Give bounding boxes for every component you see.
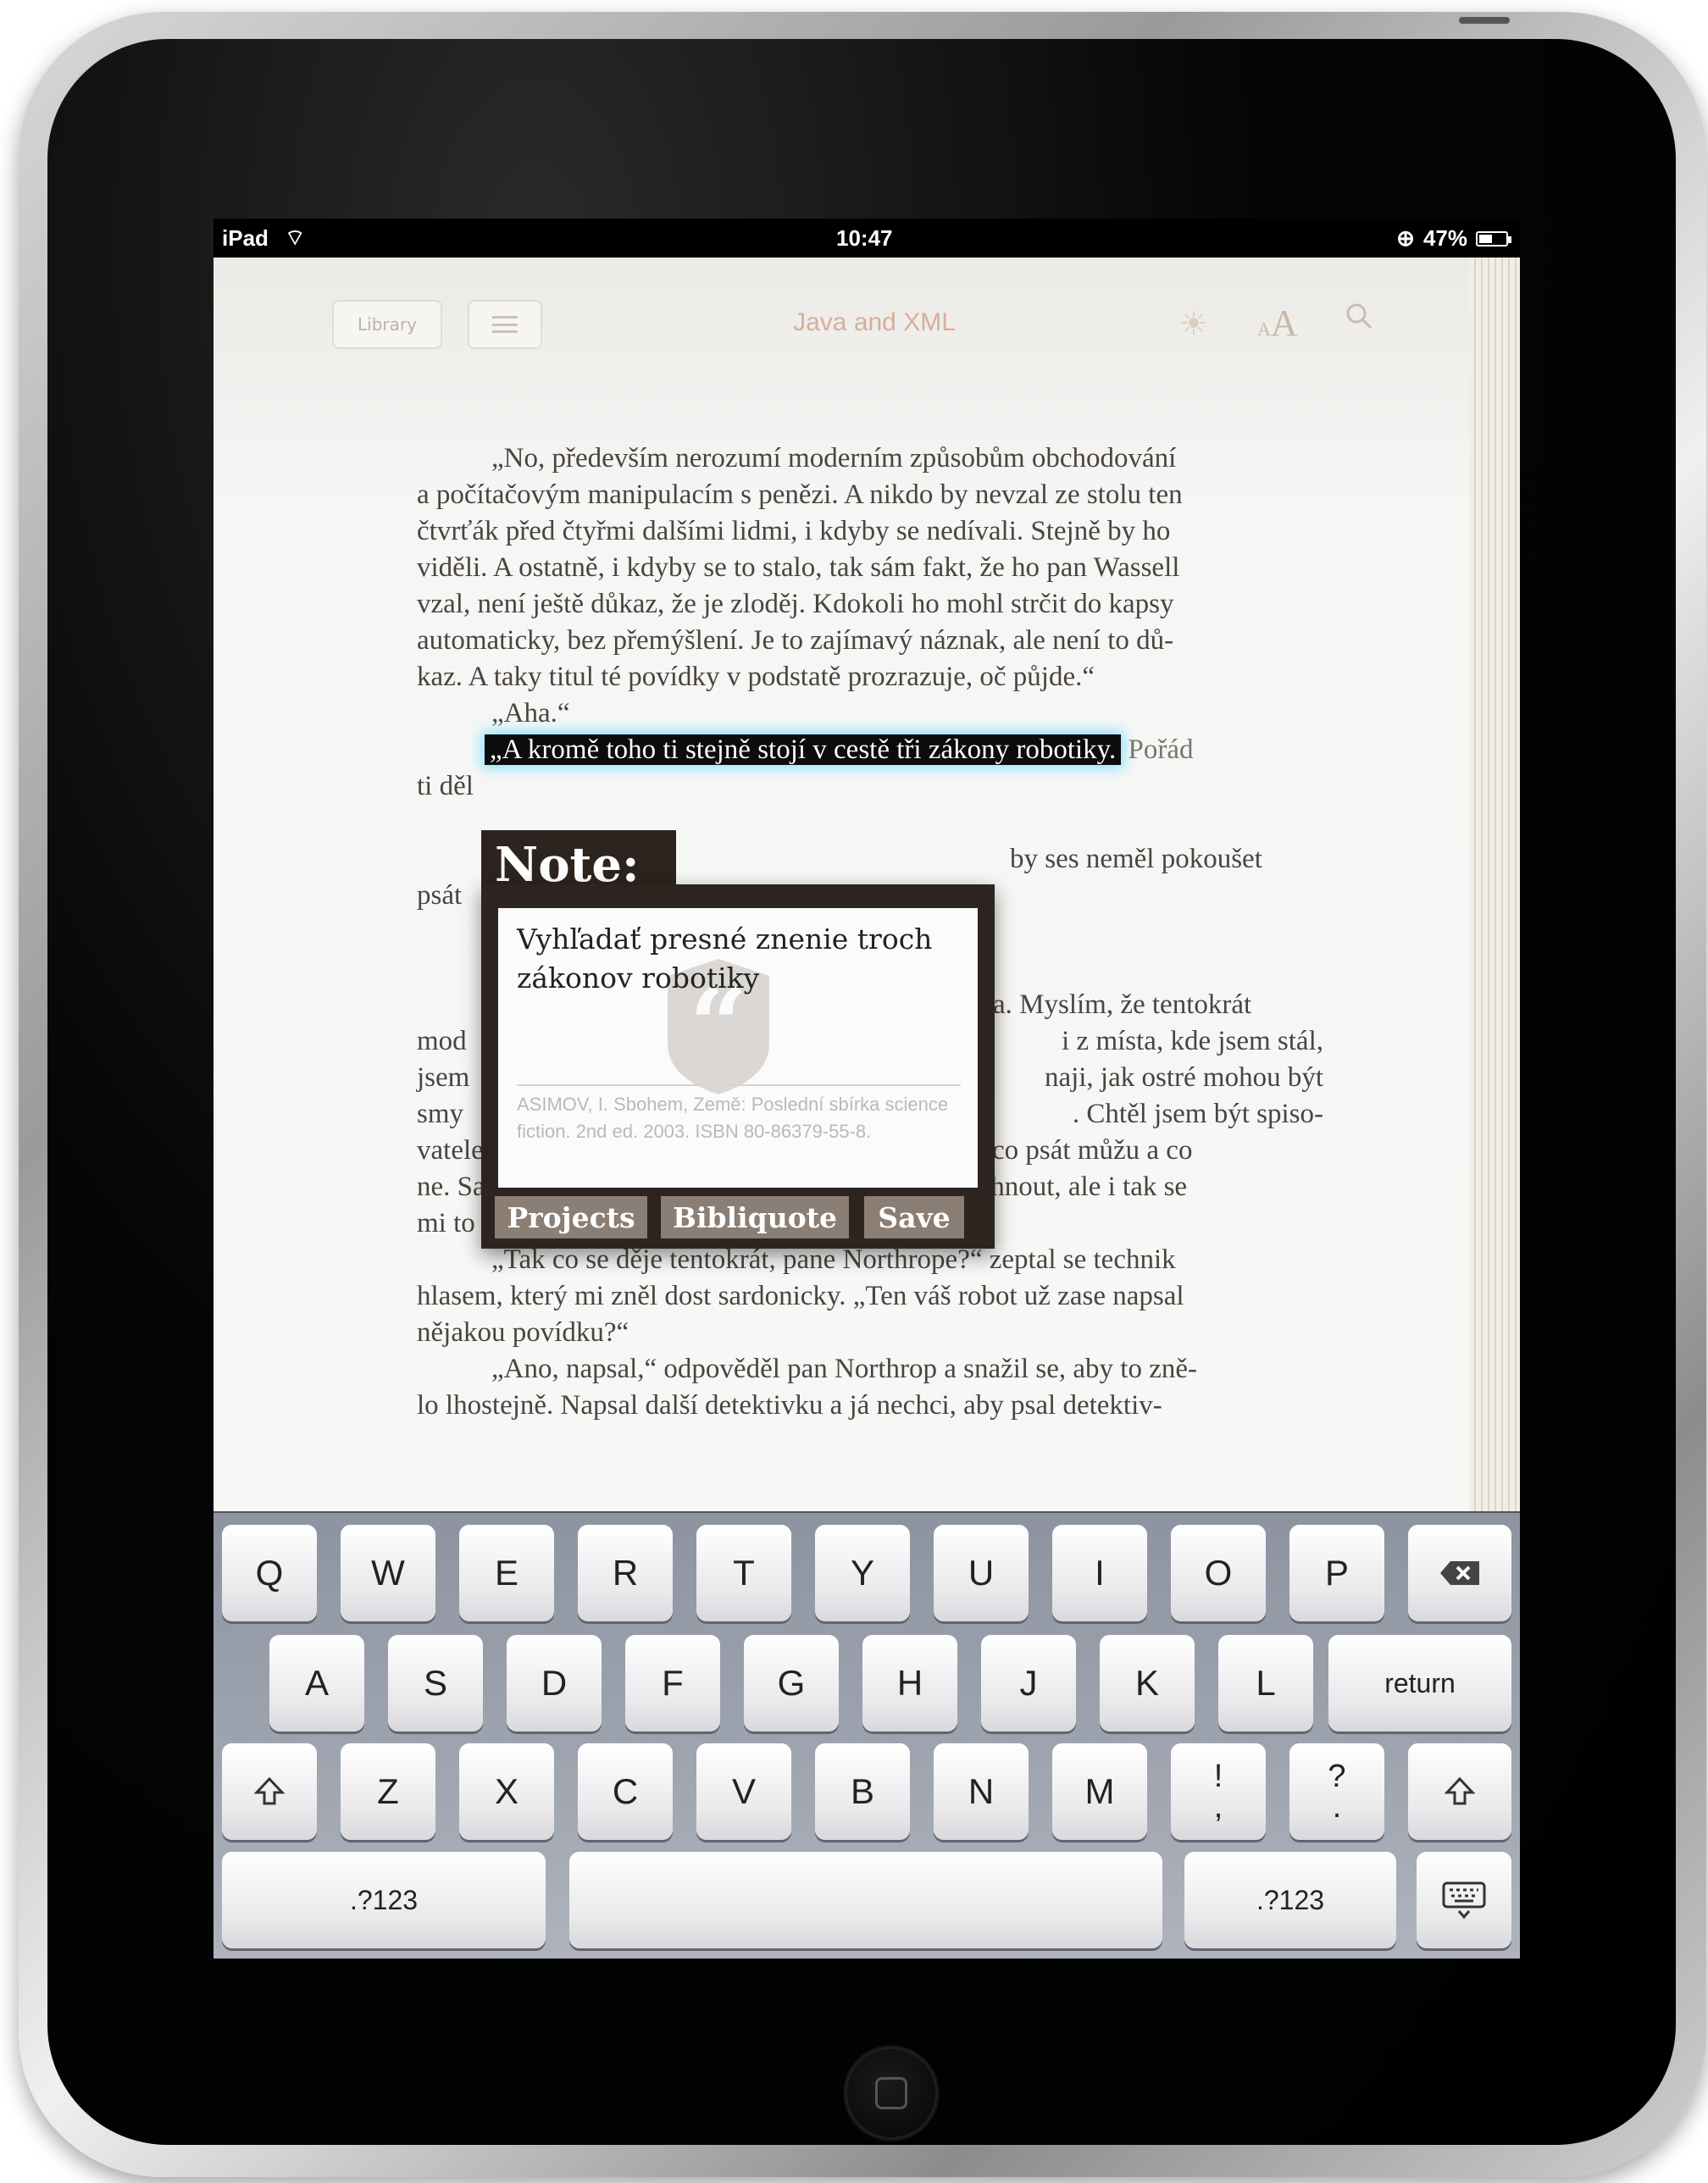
key-bottom-glyph: , [1213, 1789, 1223, 1825]
key-l[interactable]: L [1218, 1635, 1313, 1731]
hide-keyboard-key[interactable] [1417, 1852, 1511, 1948]
book-title: Java and XML [793, 308, 956, 336]
library-button[interactable]: Library [332, 300, 442, 349]
status-right: ⊕ 47% [1396, 225, 1511, 252]
note-divider [517, 1084, 961, 1086]
note-text[interactable]: Vyhľadať presné znenie troch zákonov rob… [517, 920, 966, 998]
screen: iPad ⌔ 10:47 ⊕ 47% Library Java and XML … [214, 219, 1520, 1959]
key-q[interactable]: Q [222, 1525, 317, 1621]
key-exclamation-comma[interactable]: ! , [1171, 1743, 1266, 1840]
text-line: „Ano, napsal,“ odpověděl pan Northrop a … [491, 1354, 1197, 1384]
text-line: „Aha.“ [491, 698, 570, 729]
key-t[interactable]: T [696, 1525, 791, 1621]
text-line: viděli. A ostatně, i kdyby se to stalo, … [417, 552, 1180, 583]
note-popup: “ Vyhľadať presné znenie troch zákonov r… [481, 884, 995, 1249]
shift-key-left[interactable] [222, 1743, 317, 1840]
text-line: nějakou povídku?“ [417, 1317, 629, 1348]
text-fragment: Pořád [1128, 734, 1194, 765]
save-button[interactable]: Save [864, 1196, 964, 1238]
text-line: kaz. A taky titul té povídky v podstatě … [417, 662, 1095, 692]
key-u[interactable]: U [934, 1525, 1029, 1621]
text-line: automaticky, bez přemýšlení. Je to zajím… [417, 625, 1174, 656]
text-fragment: ti děl [417, 771, 474, 801]
book-page: Library Java and XML ☀ AA „No, především… [214, 258, 1520, 1511]
home-button[interactable] [845, 2047, 938, 2140]
orientation-lock-icon: ⊕ [1396, 225, 1415, 251]
key-v[interactable]: V [696, 1743, 791, 1840]
key-z[interactable]: Z [341, 1743, 435, 1840]
bibliquote-button[interactable]: Bibliquote [661, 1196, 849, 1238]
text-fragment: . Chtěl jsem být spiso- [1072, 1099, 1323, 1129]
text-fragment: naji, jak ostré mohou být [1044, 1062, 1323, 1093]
text-line: „No, především nerozumí moderním způsobů… [491, 443, 1177, 474]
key-j[interactable]: J [981, 1635, 1076, 1731]
key-w[interactable]: W [341, 1525, 435, 1621]
wifi-icon: ⌔ [285, 224, 306, 250]
key-e[interactable]: E [459, 1525, 554, 1621]
text-fragment: jsem [417, 1062, 470, 1093]
key-m[interactable]: M [1052, 1743, 1147, 1840]
on-screen-keyboard: Q W E R T Y U I O P A S D F G H J K L re… [214, 1511, 1520, 1959]
sleep-button [1459, 17, 1510, 24]
key-g[interactable]: G [744, 1635, 839, 1731]
shift-icon [1445, 1776, 1475, 1805]
key-top-glyph: ! [1213, 1759, 1223, 1794]
key-question-period[interactable]: ? . [1289, 1743, 1384, 1840]
key-b[interactable]: B [815, 1743, 910, 1840]
projects-button[interactable]: Projects [495, 1196, 647, 1238]
text-fragment: smy [417, 1099, 464, 1129]
battery-percent: 47% [1422, 225, 1467, 251]
text-fragment: mod [417, 1026, 467, 1056]
key-top-glyph: ? [1328, 1759, 1346, 1794]
highlighted-text[interactable]: „A kromě toho ti stejně stojí v cestě tř… [485, 734, 1122, 765]
key-i[interactable]: I [1052, 1525, 1147, 1621]
key-n[interactable]: N [934, 1743, 1029, 1840]
note-editor[interactable]: “ Vyhľadať presné znenie troch zákonov r… [498, 908, 978, 1188]
text-line: čtvrťák před čtyřmi dalšími lidmi, i kdy… [417, 516, 1171, 546]
key-x[interactable]: X [459, 1743, 554, 1840]
keyboard-icon [1442, 1881, 1486, 1920]
key-h[interactable]: H [862, 1635, 957, 1731]
brightness-icon[interactable]: ☀ [1179, 305, 1208, 342]
text-line: lo lhostejně. Napsal další detektivku a … [417, 1390, 1162, 1421]
backspace-key[interactable] [1408, 1525, 1511, 1621]
font-size-icon[interactable]: AA [1257, 302, 1298, 345]
space-key[interactable] [569, 1852, 1162, 1948]
key-a[interactable]: A [269, 1635, 364, 1731]
numbers-key-right[interactable]: .?123 [1184, 1852, 1396, 1948]
page-stack-edge [1469, 258, 1520, 1511]
key-y[interactable]: Y [815, 1525, 910, 1621]
numbers-key-left[interactable]: .?123 [222, 1852, 546, 1948]
note-citation: ASIMOV, I. Sbohem, Země: Poslední sbírka… [517, 1094, 949, 1142]
key-k[interactable]: K [1100, 1635, 1195, 1731]
clock: 10:47 [836, 225, 893, 251]
key-f[interactable]: F [625, 1635, 720, 1731]
list-icon [492, 316, 518, 333]
table-of-contents-button[interactable] [468, 300, 542, 349]
text-line: vzal, není ještě důkaz, že je zloděj. Kd… [417, 589, 1174, 619]
return-key[interactable]: return [1328, 1635, 1511, 1731]
key-s[interactable]: S [388, 1635, 483, 1731]
text-line: hlasem, který mi zněl dost sardonicky. „… [417, 1281, 1184, 1311]
key-o[interactable]: O [1171, 1525, 1266, 1621]
carrier-label: iPad [222, 225, 269, 251]
key-r[interactable]: R [578, 1525, 673, 1621]
key-p[interactable]: P [1289, 1525, 1384, 1621]
text-fragment: i z místa, kde jsem stál, [1062, 1026, 1323, 1056]
battery-icon [1476, 230, 1511, 247]
backspace-icon [1440, 1561, 1479, 1585]
home-square-icon [875, 2077, 907, 2109]
key-d[interactable]: D [507, 1635, 602, 1731]
shift-icon [254, 1776, 285, 1805]
search-icon[interactable] [1345, 302, 1373, 330]
shift-key-right[interactable] [1408, 1743, 1511, 1840]
status-bar: iPad ⌔ 10:47 ⊕ 47% [214, 219, 1520, 258]
key-bottom-glyph: . [1332, 1789, 1342, 1825]
text-line: a počítačovým manipulacím s penězi. A ni… [417, 479, 1183, 510]
key-c[interactable]: C [578, 1743, 673, 1840]
